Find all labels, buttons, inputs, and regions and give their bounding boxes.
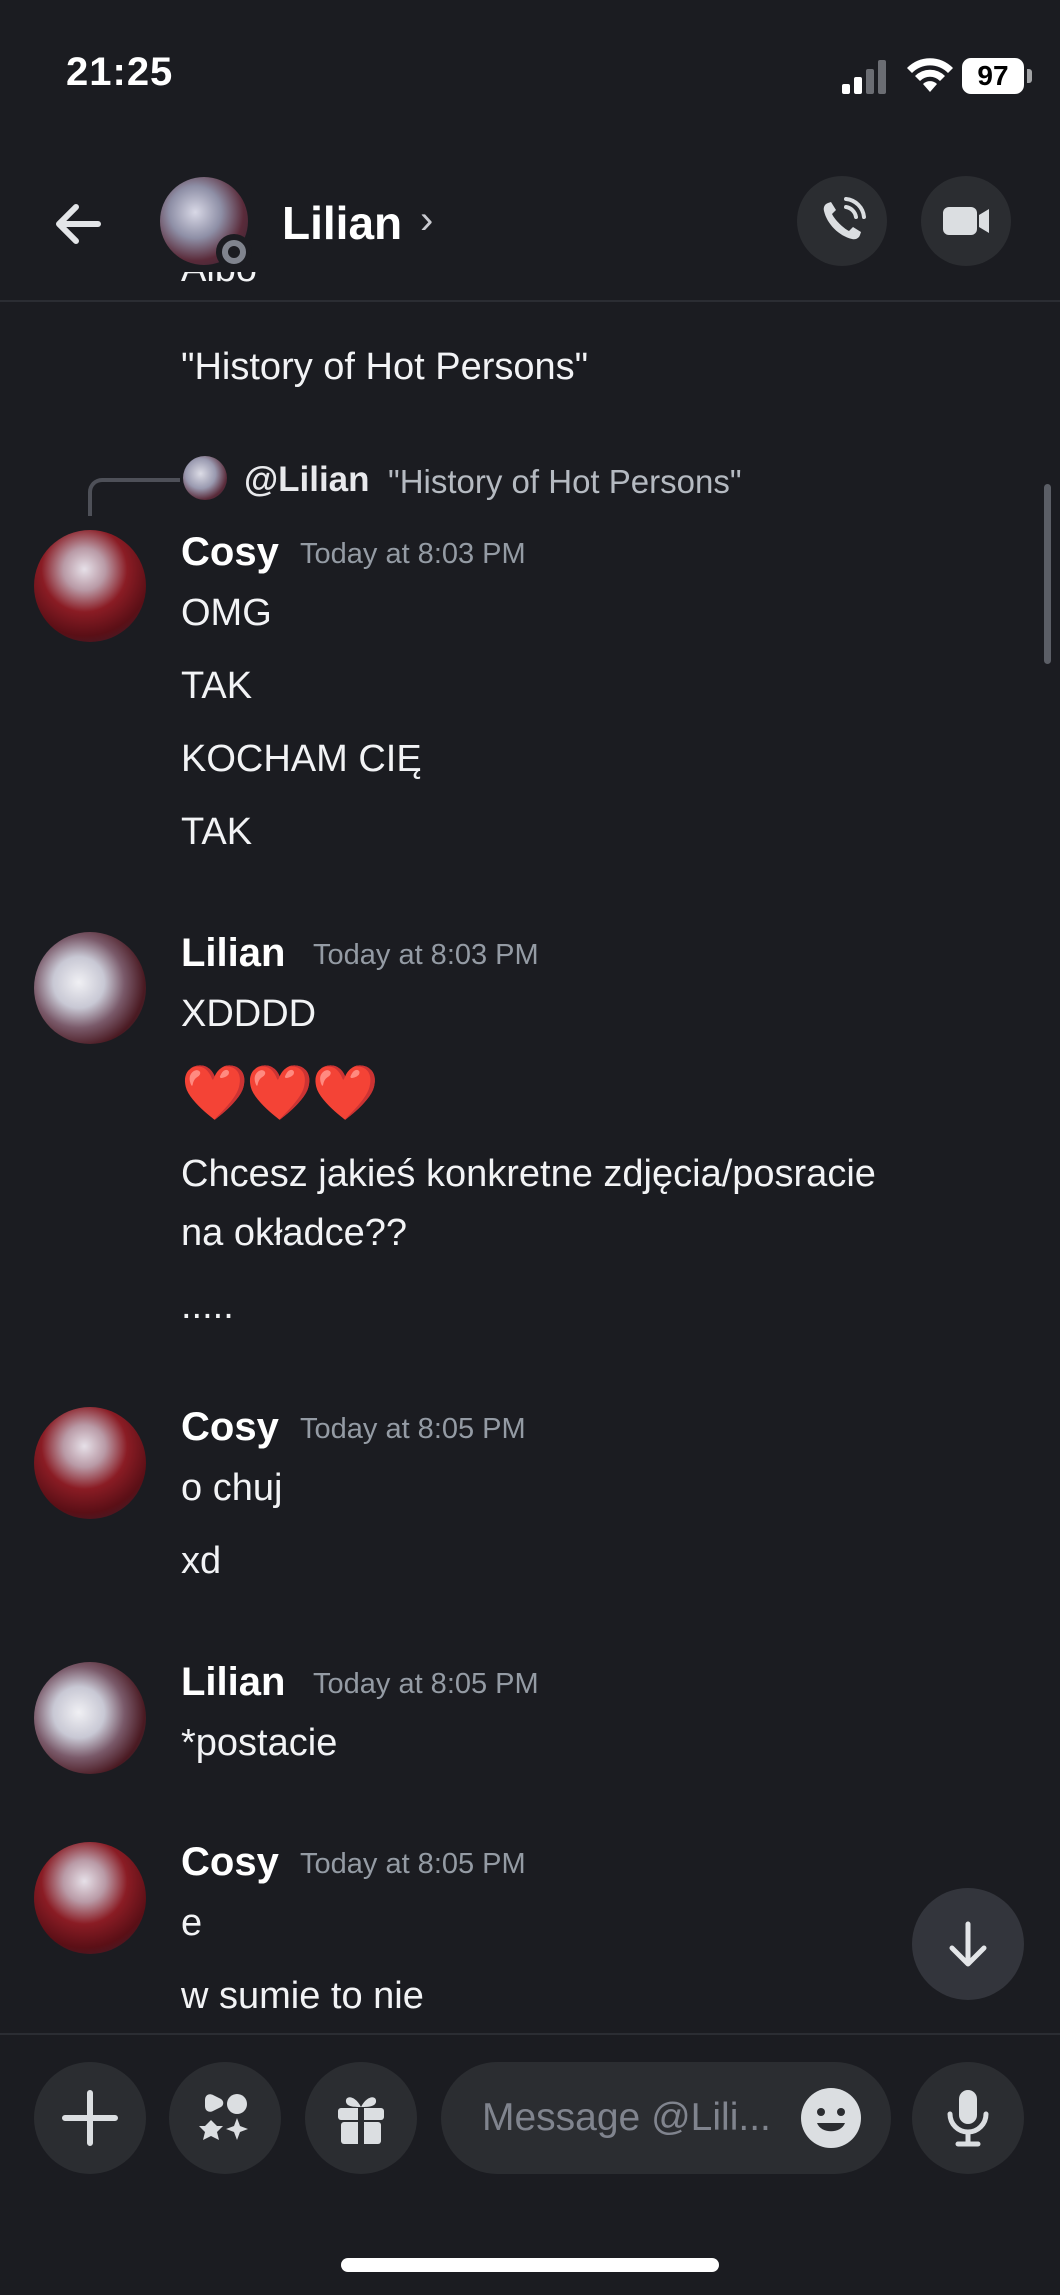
message-line: TAK (181, 811, 253, 853)
battery-indicator: 97 (962, 58, 1032, 94)
cut-off-line: Albo (181, 272, 257, 291)
status-time: 21:25 (66, 50, 174, 94)
header-username[interactable]: Lilian (282, 196, 402, 250)
message-author[interactable]: Cosy (181, 1840, 279, 1885)
avatar[interactable] (34, 932, 146, 1044)
jump-to-present-button[interactable] (912, 1888, 1024, 2000)
message-timestamp: Today at 8:05 PM (300, 1848, 526, 1880)
message-author[interactable]: Cosy (181, 530, 279, 575)
message-timestamp: Today at 8:03 PM (300, 538, 526, 570)
plus-icon (62, 2090, 118, 2146)
home-indicator[interactable] (341, 2258, 719, 2272)
gift-button[interactable] (305, 2062, 417, 2174)
chevron-right-icon[interactable]: › (420, 198, 433, 243)
apps-button[interactable] (169, 2062, 281, 2174)
reply-preview-text[interactable]: "History of Hot Persons" (388, 463, 742, 501)
avatar[interactable] (34, 1407, 146, 1519)
arrow-down-icon (949, 1921, 987, 1967)
phone-icon (823, 197, 866, 240)
emoji-icon[interactable] (799, 2086, 863, 2150)
message-line: w sumie to nie (181, 1975, 424, 2017)
message-input-placeholder: Message @Lili... (482, 2096, 771, 2139)
message-line: Chcesz jakieś konkretne zdjęcia/posracie (181, 1153, 876, 1195)
message-line: KOCHAM CIĘ (181, 738, 422, 780)
offline-status-icon (222, 240, 246, 264)
message-line: XDDDD (181, 993, 317, 1035)
reply-mention[interactable]: @Lilian (244, 460, 370, 500)
cut-off-text: Albo (181, 272, 257, 304)
message-line: TAK (181, 665, 253, 707)
message-line: na okładce?? (181, 1212, 408, 1254)
message-line: o chuj (181, 1467, 283, 1509)
avatar[interactable] (34, 530, 146, 642)
reply-connector (88, 478, 180, 516)
message-line: ..... (181, 1285, 234, 1327)
voice-message-button[interactable] (912, 2062, 1024, 2174)
video-call-button[interactable] (921, 176, 1011, 266)
message-line: OMG (181, 592, 272, 634)
heart-emoji-line: ❤️❤️❤️ (181, 1063, 379, 1123)
scrollbar-thumb[interactable] (1044, 484, 1051, 664)
message-author[interactable]: Cosy (181, 1405, 279, 1450)
message-line: "History of Hot Persons" (181, 346, 589, 388)
apps-icon (199, 2094, 248, 2140)
message-timestamp: Today at 8:05 PM (300, 1413, 526, 1445)
attach-button[interactable] (34, 2062, 146, 2174)
video-camera-icon (943, 207, 989, 235)
composer-divider (0, 2033, 1060, 2035)
message-line: *postacie (181, 1722, 338, 1764)
avatar[interactable] (34, 1842, 146, 1954)
message-timestamp: Today at 8:03 PM (313, 939, 539, 971)
voice-call-button[interactable] (797, 176, 887, 266)
message-line: e (181, 1902, 203, 1944)
message-author[interactable]: Lilian (181, 931, 285, 976)
avatar[interactable] (34, 1662, 146, 1774)
arrow-left-icon[interactable] (50, 194, 110, 254)
wifi-icon (907, 58, 953, 92)
header-divider (0, 300, 1060, 302)
cellular-signal-icon (842, 60, 886, 94)
message-timestamp: Today at 8:05 PM (313, 1668, 539, 1700)
message-author[interactable]: Lilian (181, 1660, 285, 1705)
message-line: xd (181, 1540, 222, 1582)
reply-avatar (183, 456, 227, 500)
microphone-icon (947, 2090, 989, 2147)
gift-icon (338, 2097, 384, 2144)
